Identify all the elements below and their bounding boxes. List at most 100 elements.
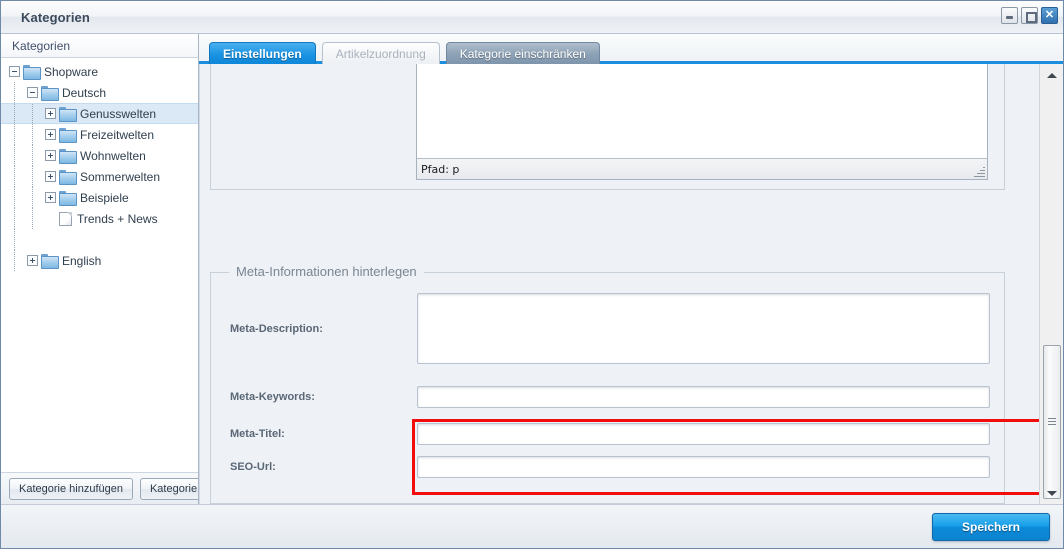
tree-node-label: Wohnwelten	[80, 148, 146, 163]
expand-icon[interactable]	[45, 192, 56, 203]
editor-content-area[interactable]	[417, 64, 987, 158]
tab-einstellungen[interactable]: Einstellungen	[209, 42, 316, 64]
tree-guide-line	[14, 166, 15, 187]
maximize-icon[interactable]	[1021, 7, 1038, 24]
tree-node-label: Freizeitwelten	[80, 127, 155, 142]
tree-node-deutsch[interactable]: Deutsch	[1, 82, 198, 103]
tree-node-wohnwelten[interactable]: Wohnwelten	[1, 145, 198, 166]
tree-guide-line	[32, 145, 33, 166]
collapse-icon[interactable]	[9, 66, 20, 77]
window-controls: ✕	[1001, 7, 1058, 24]
tree-panel-header: Kategorien	[1, 34, 198, 58]
tree-node-shopware[interactable]: Shopware	[1, 61, 198, 82]
tree-node-label: Sommerwelten	[80, 169, 161, 184]
tree-guide-line	[32, 208, 33, 229]
tree-guide-line	[32, 104, 33, 123]
tree-spacer-icon	[27, 234, 38, 245]
window-footer: Speichern	[1, 504, 1063, 548]
meta-titel-field[interactable]	[417, 423, 990, 445]
field-row-meta-titel: Meta-Titel:	[211, 423, 1004, 445]
window-title: Kategorien	[21, 9, 90, 25]
field-row-meta-keywords: Meta-Keywords:	[211, 386, 1004, 408]
field-row-meta-description: Meta-Description:	[211, 293, 1004, 364]
tree-node-beispiele[interactable]: Beispiele	[1, 187, 198, 208]
expand-icon[interactable]	[45, 171, 56, 182]
seo-url-field[interactable]	[417, 456, 990, 478]
tab-label: Einstellungen	[223, 46, 302, 61]
tab-label: Artikelzuordnung	[335, 46, 426, 61]
tab-artikelzuordnung: Artikelzuordnung	[321, 42, 440, 64]
expand-icon[interactable]	[27, 255, 38, 266]
thumb-grip-icon	[1048, 418, 1056, 427]
tree-guide-line	[14, 229, 15, 250]
field-row-seo-url: SEO-Url:	[211, 456, 1004, 478]
tree-node-label: Genusswelten	[80, 106, 157, 121]
window-titlebar: Kategorien ✕	[1, 1, 1063, 34]
tree-guide-line	[14, 187, 15, 208]
tree-node-spacer	[1, 229, 198, 250]
description-fieldset: Pfad: p	[210, 64, 1005, 190]
meta-titel-label: Meta-Titel:	[230, 428, 285, 440]
expand-icon[interactable]	[45, 108, 56, 119]
arrow-down-icon[interactable]	[1043, 484, 1061, 502]
tree-node-label: Beispiele	[80, 190, 129, 205]
tree-node-label: English	[62, 253, 102, 268]
tree-guide-line	[32, 187, 33, 208]
add-category-button[interactable]: Kategorie hinzufügen	[9, 477, 133, 500]
vertical-scrollbar[interactable]	[1039, 64, 1063, 504]
scrollbar-thumb[interactable]	[1043, 345, 1061, 499]
collapse-icon[interactable]	[27, 87, 38, 98]
window-body: Kategorien Shopware Deutsch Genusswelten Fr…	[1, 34, 1063, 504]
meta-information-fieldset: Meta-Informationen hinterlegen Meta-Desc…	[210, 264, 1005, 504]
settings-form: Pfad: p Meta-Informationen hinterlegen M…	[199, 64, 1039, 504]
tree-node-label: Deutsch	[62, 85, 107, 100]
meta-description-input[interactable]	[418, 294, 989, 363]
tree-node-sommerwelten[interactable]: Sommerwelten	[1, 166, 198, 187]
tree-guide-line	[14, 82, 15, 103]
tree-guide-line	[14, 124, 15, 145]
tree-spacer-icon	[45, 213, 56, 224]
tree-node-freizeitwelten[interactable]: Freizeitwelten	[1, 124, 198, 145]
tree-guide-line	[14, 104, 15, 123]
tree-node-label: Trends + News	[77, 211, 158, 226]
tree-node-genusswelten[interactable]: Genusswelten	[1, 103, 198, 124]
tree-guide-line	[14, 208, 15, 229]
category-tree-panel: Kategorien Shopware Deutsch Genusswelten Fr…	[1, 34, 199, 504]
seo-url-input[interactable]	[418, 457, 989, 477]
meta-titel-input[interactable]	[418, 424, 989, 444]
meta-keywords-input[interactable]	[418, 387, 989, 407]
tree-node-trends-news[interactable]: Trends + News	[1, 208, 198, 229]
category-tree[interactable]: Shopware Deutsch Genusswelten Freizeitwelte…	[1, 58, 198, 472]
tree-panel-footer: Kategorie hinzufügen Kategorie	[1, 472, 198, 504]
tab-kategorie-einschr-nken[interactable]: Kategorie einschränken	[445, 42, 600, 64]
tree-guide-line	[32, 166, 33, 187]
expand-icon[interactable]	[45, 129, 56, 140]
meta-description-field[interactable]	[417, 293, 990, 364]
expand-icon[interactable]	[45, 150, 56, 161]
meta-keywords-label: Meta-Keywords:	[230, 391, 315, 403]
editor-path-label: Pfad: p	[421, 162, 460, 176]
folder-icon	[59, 191, 77, 206]
folder-icon	[59, 107, 77, 122]
minimize-icon[interactable]	[1001, 7, 1018, 24]
category-secondary-button[interactable]: Kategorie	[139, 477, 198, 500]
arrow-up-icon[interactable]	[1043, 66, 1061, 84]
tree-node-english[interactable]: English	[1, 250, 198, 271]
close-icon[interactable]: ✕	[1041, 7, 1058, 24]
meta-description-label: Meta-Description:	[230, 322, 323, 335]
tree-guide-line	[14, 145, 15, 166]
folder-icon	[59, 128, 77, 143]
folder-icon	[23, 65, 41, 80]
tab-bar: Einstellungen Artikelzuordnung Kategorie e…	[199, 34, 1063, 64]
seo-url-label: SEO-Url:	[230, 461, 276, 473]
tree-guide-line	[32, 124, 33, 145]
rich-text-editor[interactable]: Pfad: p	[416, 64, 988, 180]
scroll-region: Pfad: p Meta-Informationen hinterlegen M…	[199, 64, 1063, 504]
resize-grip-icon[interactable]	[974, 166, 985, 177]
folder-icon	[59, 170, 77, 185]
save-button[interactable]: Speichern	[932, 512, 1050, 541]
meta-keywords-field[interactable]	[417, 386, 990, 408]
tree-guide-line	[14, 250, 15, 271]
tree-node-label: Shopware	[44, 64, 99, 79]
meta-fieldset-legend: Meta-Informationen hinterlegen	[229, 264, 424, 279]
